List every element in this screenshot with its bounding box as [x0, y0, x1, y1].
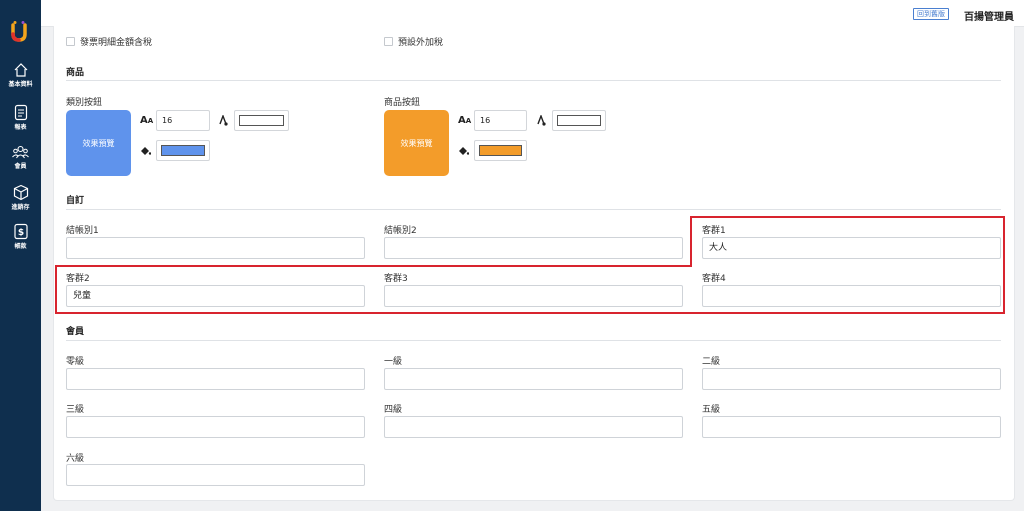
- home-icon: [14, 63, 27, 77]
- user-menu[interactable]: 百揚管理員: [964, 8, 1014, 23]
- member-level-1-input[interactable]: [384, 368, 683, 390]
- nav-item-label: 報表: [14, 124, 27, 131]
- svg-text:$: $: [17, 228, 23, 238]
- field-label: 六級: [66, 454, 85, 464]
- default-extra-tax-label: 預設外加稅: [398, 38, 444, 48]
- tax-included-checkbox[interactable]: 發票明細金額含稅: [66, 35, 152, 48]
- paint-bucket-icon: [141, 147, 151, 155]
- preview-text: 效果預覽: [82, 138, 115, 148]
- member-level-0-input[interactable]: [66, 368, 365, 390]
- color-swatch: [479, 145, 522, 156]
- product-button-preview: 效果預覽: [384, 110, 449, 176]
- divider: [66, 209, 1001, 210]
- member-level-3-input[interactable]: [66, 416, 365, 438]
- field-label: 一級: [384, 357, 403, 367]
- nav-item-basic-data[interactable]: 基本資料: [0, 62, 41, 88]
- sidebar: 基本資料 報表 會員 進銷存 $ 帳款: [0, 0, 41, 511]
- checkout-type-2-input[interactable]: [384, 237, 683, 259]
- field-label: 結帳別1: [66, 226, 99, 236]
- font-size-icon: AA: [458, 115, 472, 126]
- nav-item-label: 進銷存: [11, 204, 30, 211]
- customer-group-2-input[interactable]: 兒童: [66, 285, 365, 307]
- custom-section-title: 自訂: [66, 196, 85, 206]
- category-font-color-picker[interactable]: [234, 110, 289, 131]
- member-level-2-input[interactable]: [702, 368, 1001, 390]
- nav-item-reports[interactable]: 報表: [0, 104, 41, 131]
- product-bg-color-picker[interactable]: [474, 140, 527, 161]
- box-icon: [13, 184, 28, 201]
- settings-card: 發票明細金額含稅 預設外加稅 商品 類別按鈕 效果預覽 AA 16 商品按鈕 效…: [53, 26, 1015, 501]
- member-level-5-input[interactable]: [702, 416, 1001, 438]
- nav-item-label: 基本資料: [8, 81, 33, 88]
- field-label: 四級: [384, 405, 403, 415]
- tax-included-label: 發票明細金額含稅: [80, 38, 153, 48]
- brand-logo-icon[interactable]: [9, 20, 29, 42]
- member-section-title: 會員: [66, 327, 85, 337]
- highlight-outline: [690, 216, 692, 267]
- customer-group-3-input[interactable]: [384, 285, 683, 307]
- font-color-icon: [537, 115, 546, 126]
- top-bar: 回到舊版 百揚管理員: [41, 0, 1024, 27]
- default-extra-tax-checkbox[interactable]: 預設外加稅: [384, 35, 443, 48]
- preview-text: 效果預覽: [400, 138, 433, 148]
- category-font-size-input[interactable]: 16: [156, 110, 210, 131]
- nav-item-members[interactable]: 會員: [0, 144, 41, 170]
- member-level-4-input[interactable]: [384, 416, 683, 438]
- font-color-icon: [219, 115, 228, 126]
- product-font-size-input[interactable]: 16: [474, 110, 527, 131]
- nav-item-accounts[interactable]: $ 帳款: [0, 223, 41, 250]
- field-label: 結帳別2: [384, 226, 417, 236]
- nav-item-inventory[interactable]: 進銷存: [0, 184, 41, 211]
- customer-group-1-input[interactable]: 大人: [702, 237, 1001, 259]
- divider: [66, 340, 1001, 341]
- product-button-label: 商品按鈕: [384, 98, 421, 108]
- checkbox-box[interactable]: [66, 37, 75, 46]
- category-button-label: 類別按鈕: [66, 98, 103, 108]
- color-swatch: [239, 115, 284, 126]
- category-button-preview: 效果預覽: [66, 110, 131, 176]
- users-icon: [12, 145, 29, 159]
- color-swatch: [161, 145, 205, 156]
- report-icon: [14, 104, 27, 121]
- category-bg-color-picker[interactable]: [156, 140, 210, 161]
- font-size-icon: AA: [140, 115, 154, 126]
- checkbox-box[interactable]: [384, 37, 393, 46]
- paint-bucket-icon: [459, 147, 469, 155]
- field-label: 二級: [702, 357, 721, 367]
- field-label: 客群3: [384, 274, 408, 284]
- nav-item-label: 會員: [14, 163, 27, 170]
- back-to-old-version-button[interactable]: 回到舊版: [913, 8, 949, 20]
- customer-group-4-input[interactable]: [702, 285, 1001, 307]
- checkout-type-1-input[interactable]: [66, 237, 365, 259]
- member-level-6-input[interactable]: [66, 464, 365, 486]
- divider: [66, 80, 1001, 81]
- product-font-color-picker[interactable]: [552, 110, 606, 131]
- field-label: 五級: [702, 405, 721, 415]
- color-swatch: [557, 115, 601, 126]
- dollar-icon: $: [13, 223, 28, 240]
- field-label: 客群2: [66, 274, 90, 284]
- field-label: 三級: [66, 405, 85, 415]
- field-label: 客群4: [702, 274, 726, 284]
- nav-item-label: 帳款: [14, 243, 27, 250]
- field-label: 零級: [66, 357, 85, 367]
- field-label: 客群1: [702, 226, 726, 236]
- product-section-title: 商品: [66, 68, 85, 78]
